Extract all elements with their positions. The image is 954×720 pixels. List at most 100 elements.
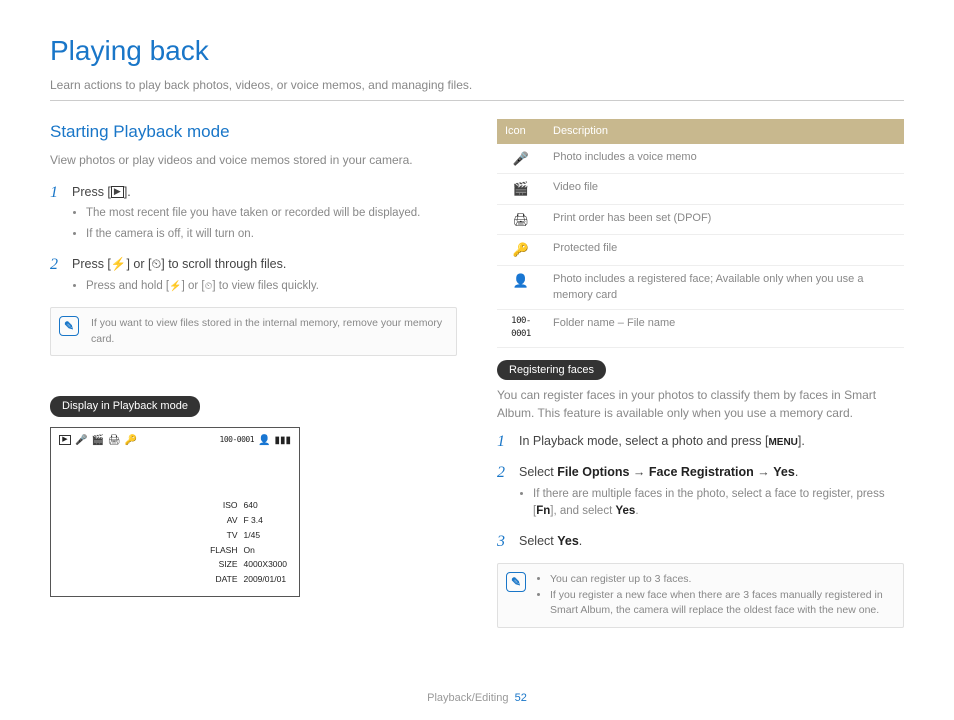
text: ] or [ — [126, 257, 151, 271]
lbl: TV — [208, 529, 239, 542]
flash-icon: ⚡ — [169, 281, 181, 292]
table-row: 🎤Photo includes a voice memo — [497, 144, 904, 174]
face-icon: 👤 — [258, 433, 270, 448]
note-icon: ✎ — [506, 572, 526, 592]
text: ] to view files quickly. — [212, 280, 319, 292]
rf-step-1: In Playback mode, select a photo and pre… — [497, 432, 904, 451]
note-icon: ✎ — [59, 316, 79, 336]
note-text: If you want to view files stored in the … — [91, 317, 442, 345]
sub-bullet: If the camera is off, it will turn on. — [86, 226, 457, 243]
val: 4000X3000 — [242, 558, 290, 571]
sub-bullet: The most recent file you have taken or r… — [86, 205, 457, 222]
lcd-display: ▶ 🎤 🎬 🖨 🔑 100-0001 👤 ▮▮▮ ISO640 AVF 3.4 … — [50, 427, 300, 597]
rf-step-3: Select Yes. — [497, 532, 904, 551]
section-heading: Starting Playback mode — [50, 119, 457, 145]
desc: Video file — [545, 174, 904, 205]
text: In Playback mode, select a photo and pre… — [519, 434, 768, 448]
note-bullet: You can register up to 3 faces. — [550, 572, 893, 588]
rf-intro: You can register faces in your photos to… — [497, 386, 904, 422]
val: 2009/01/01 — [242, 573, 290, 586]
text: Select — [519, 465, 557, 479]
lbl: SIZE — [208, 558, 239, 571]
arrow: → — [629, 465, 648, 479]
file-counter: 100-0001 — [220, 434, 255, 446]
page-footer: Playback/Editing 52 — [0, 690, 954, 707]
text: ], and select — [550, 505, 615, 517]
text: . — [795, 465, 798, 479]
bold: Yes — [557, 534, 579, 548]
sub-bullet: Press and hold [⚡] or [⏲] to view files … — [86, 278, 457, 295]
table-row: 🖨Print order has been set (DPOF) — [497, 204, 904, 235]
memo-icon: 🎤 — [75, 433, 87, 448]
desc: Photo includes a voice memo — [545, 144, 904, 174]
sub-bullet: If there are multiple faces in the photo… — [533, 486, 904, 521]
val: 640 — [242, 499, 290, 512]
battery-icon: ▮▮▮ — [274, 433, 291, 448]
flash-icon: ⚡ — [111, 257, 127, 271]
face-icon: 👤 — [497, 265, 545, 309]
key-icon: 🔑 — [125, 433, 137, 448]
desc: Folder name – File name — [545, 309, 904, 347]
val: F 3.4 — [242, 514, 290, 527]
text: Press and hold [ — [86, 280, 169, 292]
text: ] or [ — [182, 280, 205, 292]
lbl: AV — [208, 514, 239, 527]
left-column: Starting Playback mode View photos or pl… — [50, 119, 457, 638]
step-1: Press [▶]. The most recent file you have… — [50, 183, 457, 243]
pill-label: Display in Playback mode — [50, 396, 200, 417]
video-icon: 🎬 — [91, 433, 103, 448]
val: 1/45 — [242, 529, 290, 542]
page-title: Playing back — [50, 30, 904, 72]
timer-icon: ⏲ — [152, 257, 162, 271]
th-icon: Icon — [497, 119, 545, 144]
rf-steps: In Playback mode, select a photo and pre… — [497, 432, 904, 551]
section-intro: View photos or play videos and voice mem… — [50, 151, 457, 169]
key-icon: 🔑 — [497, 235, 545, 266]
table-row: 🎬Video file — [497, 174, 904, 205]
mic-icon: 🎤 — [497, 144, 545, 174]
text: ] to scroll through files. — [161, 257, 286, 271]
note-bullet: If you register a new face when there ar… — [550, 588, 893, 620]
bold: Yes — [615, 505, 635, 517]
print-icon: 🖨 — [497, 204, 545, 235]
bold: Face Registration — [649, 465, 754, 479]
icon-description-table: Icon Description 🎤Photo includes a voice… — [497, 119, 904, 348]
table-row: 🔑Protected file — [497, 235, 904, 266]
text: ]. — [798, 434, 805, 448]
th-desc: Description — [545, 119, 904, 144]
lcd-info-table: ISO640 AVF 3.4 TV1/45 FLASHOn SIZE4000X3… — [206, 497, 291, 588]
table-row: 100-0001Folder name – File name — [497, 309, 904, 347]
print-icon: 🖨 — [108, 433, 121, 448]
footer-section: Playback/Editing — [427, 692, 508, 704]
desc: Photo includes a registered face; Availa… — [545, 265, 904, 309]
step-2: Press [⚡] or [⏲] to scroll through files… — [50, 255, 457, 295]
steps-list: Press [▶]. The most recent file you have… — [50, 183, 457, 295]
desc: Print order has been set (DPOF) — [545, 204, 904, 235]
file-number: 100-0001 — [497, 309, 545, 347]
rf-step-2: Select File Options → Face Registration … — [497, 463, 904, 520]
bold: Yes — [773, 465, 795, 479]
playback-mode-icon: ▶ — [59, 435, 71, 445]
lbl: DATE — [208, 573, 239, 586]
text: . — [635, 505, 638, 517]
arrow: → — [754, 465, 773, 479]
right-column: Icon Description 🎤Photo includes a voice… — [497, 119, 904, 638]
divider — [50, 100, 904, 101]
text: Press [ — [72, 185, 111, 199]
val: On — [242, 544, 290, 557]
lbl: ISO — [208, 499, 239, 512]
text: Select — [519, 534, 557, 548]
pill-label: Registering faces — [497, 360, 606, 381]
table-row: 👤Photo includes a registered face; Avail… — [497, 265, 904, 309]
desc: Protected file — [545, 235, 904, 266]
fn-button: Fn — [536, 505, 550, 517]
bold: File Options — [557, 465, 629, 479]
video-icon: 🎬 — [497, 174, 545, 205]
note-box: ✎ You can register up to 3 faces. If you… — [497, 563, 904, 628]
note-box: ✎ If you want to view files stored in th… — [50, 307, 457, 357]
text: Press [ — [72, 257, 111, 271]
playback-icon: ▶ — [111, 186, 124, 198]
page-subtitle: Learn actions to play back photos, video… — [50, 76, 904, 94]
lbl: FLASH — [208, 544, 239, 557]
text: . — [579, 534, 582, 548]
